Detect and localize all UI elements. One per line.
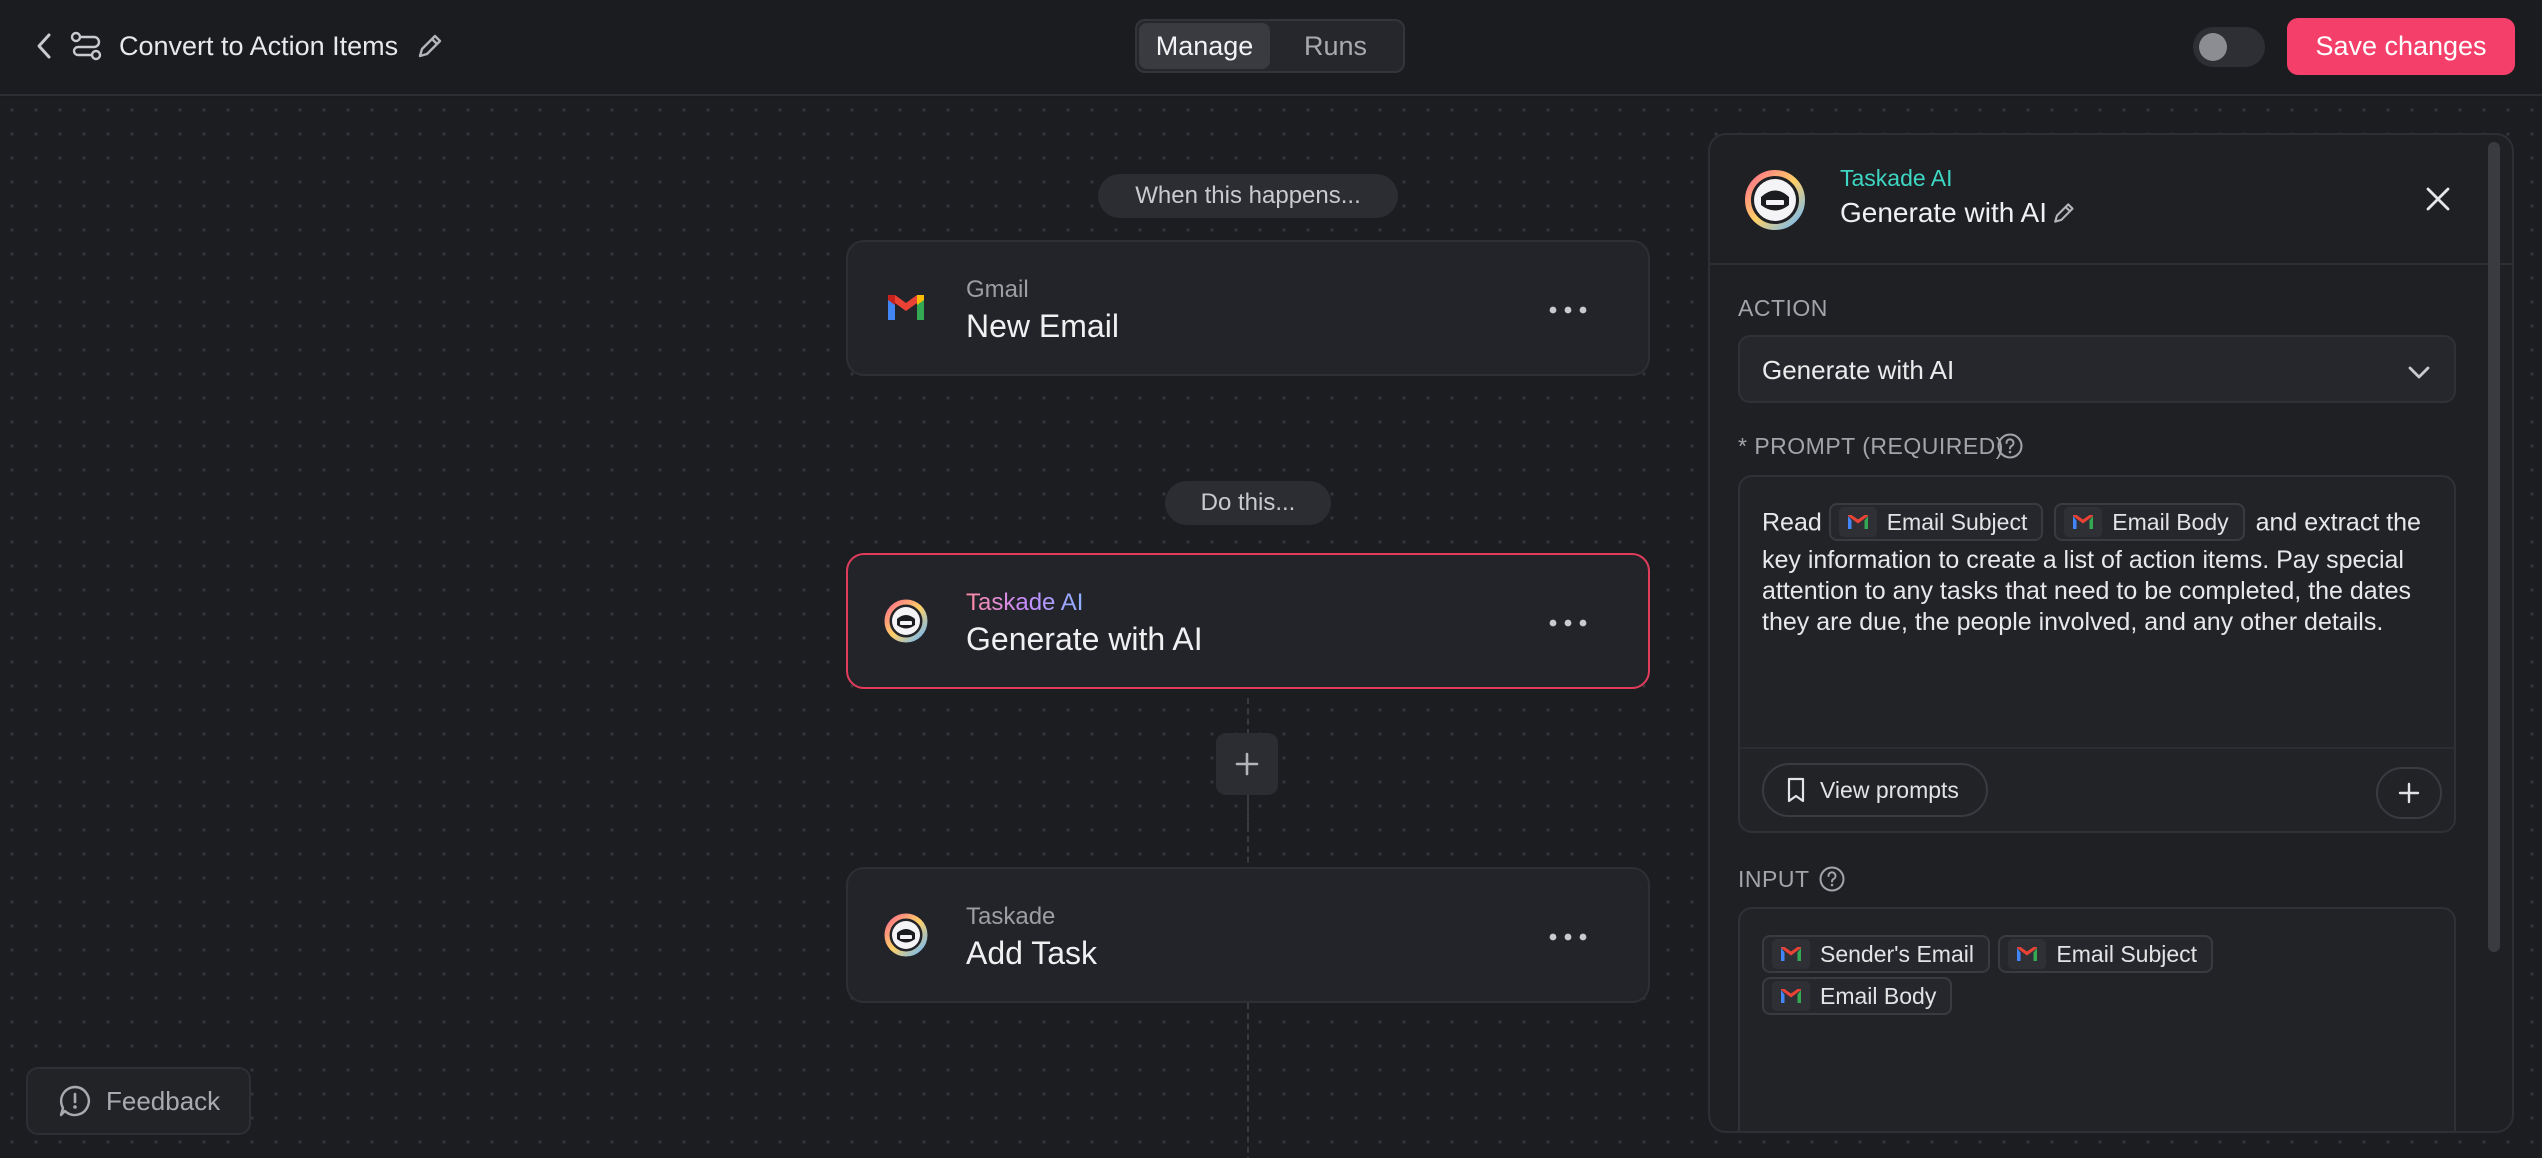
view-switcher: Manage Runs	[1135, 19, 1405, 73]
variable-chip[interactable]: Email Body	[2054, 503, 2245, 541]
close-icon	[2426, 187, 2450, 211]
node-app-name: Taskade	[966, 903, 1056, 930]
node-action-name: New Email	[966, 308, 1119, 344]
connector-line	[1247, 1003, 1249, 1158]
edit-title-button[interactable]	[414, 30, 444, 62]
insert-variable-button[interactable]	[2376, 767, 2442, 819]
action-node-add-task[interactable]: Taskade Add Task	[846, 867, 1650, 1003]
more-horizontal-icon	[1549, 933, 1587, 941]
action-label: Do this...	[1165, 481, 1331, 525]
variable-chip[interactable]: Email Subject	[1828, 503, 2044, 541]
prompt-text[interactable]: Read Email Subject Email Body and extrac…	[1762, 503, 2434, 638]
chip-label: Sender's Email	[1820, 941, 1974, 967]
chevron-down-icon	[2408, 366, 2430, 379]
chip-label: Email Body	[1820, 983, 1937, 1010]
top-bar: Convert to Action Items Manage Runs Save…	[0, 0, 2542, 96]
feedback-button[interactable]: Feedback	[26, 1067, 251, 1135]
trigger-node-gmail[interactable]: Gmail New Email	[846, 240, 1650, 376]
node-action-name: Add Task	[966, 935, 1098, 971]
help-icon[interactable]	[1818, 865, 1846, 893]
variable-chip[interactable]: Email Subject	[1998, 935, 2214, 973]
feedback-icon	[59, 1085, 90, 1117]
save-changes-button[interactable]: Save changes	[2287, 18, 2515, 75]
toggle-knob	[2199, 33, 2227, 61]
gmail-icon	[1772, 981, 1810, 1012]
prompt-section-label: * PROMPT (REQUIRED)	[1738, 433, 2004, 459]
chip-label: Email Body	[2112, 508, 2229, 535]
input-variables: Sender's Email Email Subject Email Body	[1762, 935, 2402, 1019]
panel-header: Taskade AI Generate with AI	[1710, 135, 2512, 265]
gmail-icon	[1838, 507, 1877, 537]
pencil-icon	[418, 34, 442, 58]
node-more-button[interactable]	[1546, 917, 1590, 957]
variable-chip[interactable]: Sender's Email	[1762, 935, 1990, 973]
panel-title: Generate with AI	[1840, 197, 2048, 228]
chip-label: Email Subject	[1886, 508, 2028, 535]
feedback-label: Feedback	[106, 1085, 221, 1116]
node-action-name: Generate with AI	[966, 621, 1203, 657]
panel-scrollbar[interactable]	[2488, 142, 2500, 952]
taskade-icon	[884, 913, 928, 957]
gmail-icon	[2008, 939, 2047, 969]
tab-runs[interactable]: Runs	[1270, 23, 1401, 69]
node-more-button[interactable]	[1546, 603, 1590, 643]
plus-icon	[1235, 752, 1259, 776]
taskade-ai-icon	[884, 599, 928, 643]
action-node-generate-with-ai[interactable]: Taskade AI Generate with AI	[846, 553, 1650, 689]
step-settings-panel: Taskade AI Generate with AI ACTION Gener…	[1708, 133, 2514, 1133]
divider	[1740, 747, 2454, 749]
help-icon[interactable]	[1996, 432, 2024, 460]
view-prompts-button[interactable]: View prompts	[1762, 763, 1988, 817]
view-prompts-label: View prompts	[1820, 776, 1959, 803]
action-select[interactable]: Generate with AI	[1738, 335, 2456, 403]
prompt-lead-text: Read	[1762, 508, 1822, 537]
more-horizontal-icon	[1549, 619, 1587, 627]
action-select-value: Generate with AI	[1762, 355, 1955, 385]
prompt-editor[interactable]: Read Email Subject Email Body and extrac…	[1738, 475, 2456, 833]
more-horizontal-icon	[1549, 306, 1587, 314]
gmail-icon	[2064, 507, 2103, 537]
input-editor[interactable]: Sender's Email Email Subject Email Body	[1738, 907, 2456, 1131]
edit-step-title-button[interactable]	[2050, 199, 2076, 227]
chip-label: Email Subject	[2056, 941, 2198, 967]
panel-app-name: Taskade AI	[1840, 165, 1953, 191]
node-more-button[interactable]	[1546, 290, 1590, 330]
page-title: Convert to Action Items	[119, 31, 399, 61]
variable-chip[interactable]: Email Body	[1762, 977, 1953, 1016]
automation-flow-icon	[70, 31, 102, 61]
node-app-name: Taskade AI	[966, 589, 1084, 616]
pencil-icon	[2054, 203, 2074, 223]
bookmark-icon	[1787, 777, 1805, 803]
add-step-button[interactable]	[1216, 733, 1278, 795]
chevron-left-icon	[37, 33, 51, 59]
back-button[interactable]	[28, 28, 60, 64]
trigger-label: When this happens...	[1098, 174, 1398, 218]
close-panel-button[interactable]	[2416, 177, 2460, 221]
automation-enable-toggle[interactable]	[2193, 27, 2265, 67]
gmail-icon	[1772, 939, 1810, 969]
gmail-icon	[888, 295, 924, 320]
node-app-name: Gmail	[966, 276, 1029, 303]
plus-icon	[2398, 782, 2420, 804]
taskade-ai-icon	[1745, 170, 1805, 230]
action-section-label: ACTION	[1738, 295, 1828, 321]
tab-manage[interactable]: Manage	[1139, 23, 1270, 69]
input-section-label: INPUT	[1738, 866, 1810, 892]
